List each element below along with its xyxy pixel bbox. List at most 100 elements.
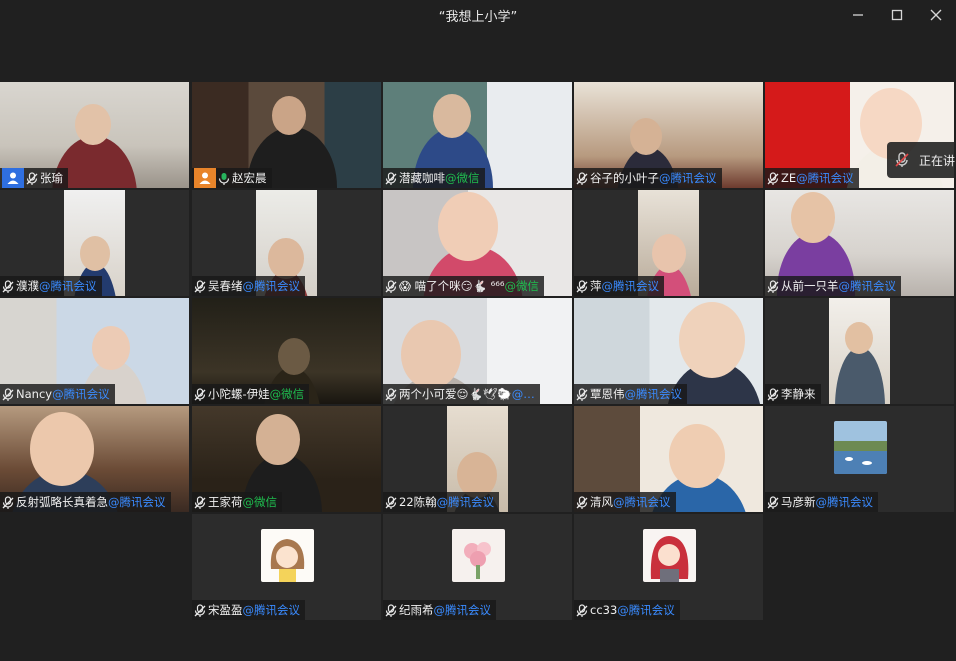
participant-avatar bbox=[452, 529, 505, 582]
participant-tile[interactable]: 宋盈盈 @腾讯会议 bbox=[192, 514, 381, 620]
participant-tile[interactable]: 吴春绪 @腾讯会议 bbox=[192, 190, 381, 296]
participant-label: 清风 @腾讯会议 bbox=[574, 492, 676, 512]
participant-source: @腾讯会议 bbox=[52, 387, 110, 401]
participant-source: @微信 bbox=[445, 171, 480, 185]
participant-tile[interactable]: 反射弧略长真着急 @腾讯会议 bbox=[0, 406, 189, 512]
participant-tile[interactable]: 小陀螺-伊娃 @微信 bbox=[192, 298, 381, 404]
window-title: “我想上小学” bbox=[438, 10, 518, 25]
maximize-button[interactable] bbox=[884, 4, 910, 26]
participant-name: 濮濮 bbox=[16, 279, 39, 293]
participant-tile[interactable]: Nancy @腾讯会议 bbox=[0, 298, 189, 404]
participant-source: @腾讯会议 bbox=[613, 495, 671, 509]
participant-name: 反射弧略长真着急 bbox=[16, 495, 108, 509]
participant-avatar bbox=[643, 529, 696, 582]
participant-label: ZE @腾讯会议 bbox=[765, 168, 859, 188]
participant-name: 萍 bbox=[590, 279, 602, 293]
participant-tile[interactable]: 😱 喵了个咪😏🐇 ⁶⁶⁶ @微信 bbox=[383, 190, 572, 296]
participant-label: 赵宏晨 bbox=[192, 168, 272, 188]
participant-label: 宋盈盈 @腾讯会议 bbox=[192, 600, 305, 620]
participant-tile[interactable]: 张瑜 bbox=[0, 82, 189, 188]
participant-tile[interactable]: 清风 @腾讯会议 bbox=[574, 406, 763, 512]
mic-muted-icon bbox=[576, 387, 588, 401]
participant-tile[interactable]: 马彦新 @腾讯会议 bbox=[765, 406, 954, 512]
participant-source: @腾讯会议 bbox=[815, 495, 874, 509]
participant-label: 王家荷 @微信 bbox=[192, 492, 282, 512]
participant-label: 吴春绪 @腾讯会议 bbox=[192, 276, 305, 296]
participant-label: 😱 喵了个咪😏🐇 ⁶⁶⁶ @微信 bbox=[383, 276, 544, 296]
participant-name: 两个小可爱😌🐇🕊🐑 bbox=[399, 387, 512, 401]
participant-label: 潜藏咖啡 @微信 bbox=[383, 168, 485, 188]
participant-label: cc33 @腾讯会议 bbox=[574, 600, 680, 620]
title-bar: “我想上小学” bbox=[0, 0, 956, 30]
participant-label: 李静来 bbox=[765, 384, 821, 404]
participant-name: 纪雨希 bbox=[399, 603, 434, 617]
participant-label: 反射弧略长真着急 @腾讯会议 bbox=[0, 492, 171, 512]
participant-tile[interactable]: 王家荷 @微信 bbox=[192, 406, 381, 512]
participant-name: 王家荷 bbox=[208, 495, 243, 509]
participant-tile[interactable]: cc33 @腾讯会议 bbox=[574, 514, 763, 620]
minimize-icon bbox=[853, 14, 863, 16]
participant-source: @腾讯会议 bbox=[624, 387, 683, 401]
mic-muted-icon bbox=[576, 171, 588, 185]
participant-tile[interactable]: 李静来 bbox=[765, 298, 954, 404]
participant-name: cc33 bbox=[590, 603, 618, 617]
mic-muted-icon bbox=[385, 495, 397, 509]
participant-source: @腾讯会议 bbox=[433, 603, 492, 617]
mic-muted-icon bbox=[767, 495, 779, 509]
participant-tile[interactable]: 萍 @腾讯会议 bbox=[574, 190, 763, 296]
mic-muted-icon bbox=[767, 279, 779, 293]
participant-name: 马彦新 bbox=[781, 495, 816, 509]
close-button[interactable] bbox=[923, 4, 949, 26]
mic-muted-icon bbox=[2, 495, 14, 509]
mic-muted-icon bbox=[385, 279, 397, 293]
mic-muted-icon bbox=[895, 152, 909, 167]
participant-name: 谷子的小叶子 bbox=[590, 171, 659, 185]
participant-source: @微信 bbox=[269, 387, 305, 401]
participant-source: @微信 bbox=[504, 279, 539, 293]
mic-muted-icon bbox=[767, 171, 779, 185]
speaking-indicator[interactable]: 正在讲 bbox=[887, 142, 956, 178]
participant-name: 😱 喵了个咪😏🐇 ⁶⁶⁶ bbox=[399, 279, 505, 293]
participant-tile[interactable]: 赵宏晨 bbox=[192, 82, 381, 188]
participant-label: 22陈翰 @腾讯会议 bbox=[383, 492, 500, 512]
mic-muted-icon bbox=[26, 171, 38, 185]
mic-muted-icon bbox=[194, 387, 206, 401]
participant-label: 萍 @腾讯会议 bbox=[574, 276, 664, 296]
participant-source: @腾讯会议 bbox=[838, 279, 897, 293]
participant-label: 小陀螺-伊娃 @微信 bbox=[192, 384, 310, 404]
participant-tile[interactable]: 覃恩伟 @腾讯会议 bbox=[574, 298, 763, 404]
participant-tile[interactable]: 濮濮 @腾讯会议 bbox=[0, 190, 189, 296]
speaking-label: 正在讲 bbox=[919, 153, 956, 168]
participant-tile[interactable]: 22陈翰 @腾讯会议 bbox=[383, 406, 572, 512]
participant-avatar bbox=[834, 421, 887, 474]
participant-tile[interactable]: 从前一只羊 @腾讯会议 bbox=[765, 190, 954, 296]
mic-muted-icon bbox=[194, 603, 206, 617]
participant-tile[interactable]: 纪雨希 @腾讯会议 bbox=[383, 514, 572, 620]
mic-muted-icon bbox=[767, 387, 779, 401]
participant-name: 宋盈盈 bbox=[208, 603, 243, 617]
participant-name: 李静来 bbox=[781, 387, 816, 401]
participant-name: 吴春绪 bbox=[208, 279, 243, 293]
participant-name: 清风 bbox=[590, 495, 613, 509]
participant-source: @腾讯会议 bbox=[601, 279, 660, 293]
host-user-icon bbox=[2, 168, 24, 188]
mic-muted-icon bbox=[576, 603, 588, 617]
participant-label: 濮濮 @腾讯会议 bbox=[0, 276, 102, 296]
participant-source: @腾讯会议 bbox=[242, 603, 301, 617]
participant-name: ZE bbox=[781, 171, 797, 185]
participant-name: 赵宏晨 bbox=[232, 171, 267, 185]
participant-source: @… bbox=[511, 387, 535, 401]
minimize-button[interactable] bbox=[845, 4, 871, 26]
participant-tile[interactable]: 潜藏咖啡 @微信 bbox=[383, 82, 572, 188]
mic-muted-icon bbox=[194, 495, 206, 509]
participant-source: @腾讯会议 bbox=[39, 279, 97, 293]
participant-source: @腾讯会议 bbox=[659, 171, 717, 185]
close-icon bbox=[930, 9, 942, 21]
mic-muted-icon bbox=[194, 279, 206, 293]
participant-label: 从前一只羊 @腾讯会议 bbox=[765, 276, 901, 296]
mic-muted-icon bbox=[385, 171, 397, 185]
participant-tile[interactable]: 两个小可爱😌🐇🕊🐑 @… bbox=[383, 298, 572, 404]
participant-label: 两个小可爱😌🐇🕊🐑 @… bbox=[383, 384, 540, 404]
participant-name: 潜藏咖啡 bbox=[399, 171, 445, 185]
participant-tile[interactable]: 谷子的小叶子 @腾讯会议 bbox=[574, 82, 763, 188]
